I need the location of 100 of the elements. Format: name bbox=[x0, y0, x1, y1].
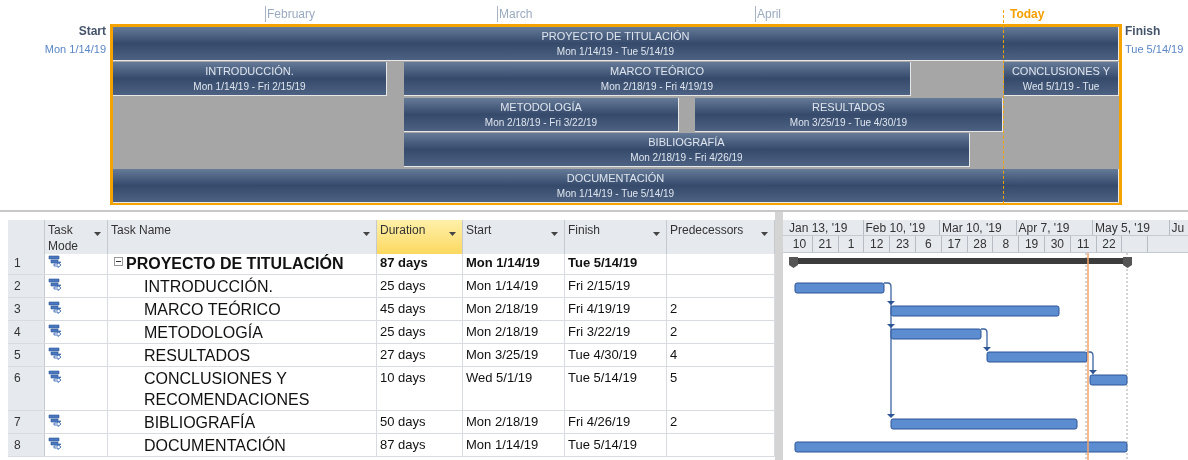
timescale-label: 11 bbox=[1076, 237, 1090, 251]
collapse-toggle[interactable] bbox=[114, 257, 123, 266]
bar-dates: Mon 3/25/19 - Tue 4/30/19 bbox=[789, 116, 908, 130]
row-number: 6 bbox=[8, 367, 45, 410]
dropdown-arrow-icon[interactable] bbox=[363, 232, 370, 236]
timescale-label: 22 bbox=[1102, 237, 1116, 251]
table-cell: 2 bbox=[670, 301, 678, 316]
bar-dates: Mon 2/18/19 - Fri 4/19/19 bbox=[600, 80, 714, 94]
bar-title: PROYECTO DE TITULACIÓN bbox=[541, 29, 690, 44]
corner-cell bbox=[8, 220, 45, 254]
task-name: INTRODUCCIÓN. bbox=[144, 276, 273, 297]
column-header[interactable]: Task Mode bbox=[45, 220, 108, 254]
summary-bar[interactable] bbox=[789, 257, 1132, 268]
column-header[interactable]: Task Name bbox=[108, 220, 377, 254]
timescale-label: 8 bbox=[1002, 237, 1010, 251]
table-cell: Mon 2/18/19 bbox=[466, 414, 539, 429]
table-cell: Tue 4/30/19 bbox=[568, 347, 637, 362]
row-number: 3 bbox=[8, 298, 45, 320]
column-header[interactable]: Finish bbox=[565, 220, 667, 254]
timescale-label: 17 bbox=[947, 237, 961, 251]
bar-title: RESULTADOS bbox=[812, 100, 885, 115]
dropdown-arrow-icon[interactable] bbox=[653, 232, 660, 236]
auto-scheduled-task-icon bbox=[48, 369, 64, 385]
table-cell: 25 days bbox=[380, 324, 426, 339]
task-name: RESULTADOS bbox=[144, 346, 251, 366]
task-name: MARCO TEÓRICO bbox=[144, 299, 281, 320]
bar-dates: Mon 1/14/19 - Tue 5/14/19 bbox=[556, 187, 675, 201]
table-cell: Tue 5/14/19 bbox=[568, 255, 638, 270]
table-cell: 10 days bbox=[380, 370, 426, 385]
timescale-label: 28 bbox=[973, 237, 987, 251]
table-cell: Tue 5/14/19 bbox=[568, 437, 637, 452]
task-name: PROYECTO DE TITULACIÓN bbox=[126, 253, 344, 274]
auto-scheduled-task-icon bbox=[48, 254, 64, 270]
table-cell: 50 days bbox=[380, 414, 426, 429]
dropdown-arrow-icon[interactable] bbox=[94, 232, 101, 236]
start-label: Start bbox=[78, 23, 106, 39]
auto-scheduled-task-icon bbox=[48, 300, 64, 316]
start-date: Mon 1/14/19 bbox=[44, 42, 106, 57]
month-label: April bbox=[755, 6, 781, 22]
task-bar[interactable] bbox=[1089, 374, 1128, 386]
timescale-label: Apr 7, '19 bbox=[1018, 221, 1070, 235]
task-name: BIBLIOGRAFÍA bbox=[144, 412, 256, 433]
timescale-label: 21 bbox=[818, 237, 832, 251]
table-cell: Mon 1/14/19 bbox=[466, 255, 540, 270]
table-cell: Mon 1/14/19 bbox=[466, 278, 539, 293]
table-cell: 87 days bbox=[380, 437, 426, 452]
auto-scheduled-task-icon bbox=[48, 413, 64, 429]
timescale-label: 6 bbox=[925, 237, 932, 251]
bar-title: BIBLIOGRAFÍA bbox=[648, 135, 725, 150]
table-cell: Fri 3/22/19 bbox=[568, 324, 631, 339]
table-cell: 45 days bbox=[380, 301, 426, 316]
table-cell: Mon 2/18/19 bbox=[466, 324, 539, 339]
table-cell: 27 days bbox=[380, 347, 426, 362]
auto-scheduled-task-icon bbox=[48, 323, 64, 339]
table-cell: Fri 2/15/19 bbox=[568, 278, 631, 293]
finish-date: Tue 5/14/19 bbox=[1125, 42, 1184, 57]
bar-dates: Wed 5/1/19 - Tue bbox=[1022, 80, 1100, 94]
dropdown-arrow-icon[interactable] bbox=[761, 232, 768, 236]
timescale-label: 12 bbox=[870, 237, 884, 251]
row-number: 5 bbox=[8, 344, 45, 366]
table-cell: Wed 5/1/19 bbox=[466, 370, 533, 385]
column-header[interactable]: Predecessors bbox=[667, 220, 775, 254]
bar-title: CONCLUSIONES Y bbox=[1011, 64, 1111, 79]
timescale-label: Mar 10, '19 bbox=[942, 221, 1002, 235]
task-name: DOCUMENTACIÓN bbox=[144, 435, 286, 456]
column-header[interactable]: Start bbox=[463, 220, 565, 254]
table-cell: Mon 3/25/19 bbox=[466, 347, 539, 362]
table-cell: Fri 4/26/19 bbox=[568, 414, 631, 429]
auto-scheduled-task-icon bbox=[48, 346, 64, 362]
bar-title: METODOLOGÍA bbox=[500, 100, 582, 115]
task-name: METODOLOGÍA bbox=[144, 322, 263, 343]
table-cell: 87 days bbox=[380, 255, 428, 270]
table-cell: Tue 5/14/19 bbox=[568, 370, 637, 385]
dropdown-arrow-icon[interactable] bbox=[551, 232, 558, 236]
month-label: March bbox=[497, 6, 533, 22]
timescale-label: 19 bbox=[1024, 237, 1039, 251]
timescale-label: 30 bbox=[1050, 237, 1065, 251]
timescale-label: Jan 13, '19 bbox=[789, 221, 848, 235]
timescale-label: May 5, '19 bbox=[1095, 221, 1150, 235]
timescale-label: 10 bbox=[792, 237, 807, 251]
bar-title: INTRODUCCIÓN. bbox=[205, 64, 294, 79]
row-number: 7 bbox=[8, 411, 45, 433]
row-number: 8 bbox=[8, 434, 45, 456]
table-cell: Mon 1/14/19 bbox=[466, 437, 539, 452]
table-cell: Fri 4/19/19 bbox=[568, 301, 631, 316]
dropdown-arrow-icon[interactable] bbox=[449, 232, 456, 236]
auto-scheduled-task-icon bbox=[48, 436, 64, 452]
today-label: Today bbox=[1010, 6, 1045, 22]
timescale-label: 1 bbox=[847, 237, 855, 251]
timescale-label: Ju bbox=[1171, 221, 1185, 235]
bar-title: MARCO TEÓRICO bbox=[610, 64, 704, 79]
month-label: February bbox=[265, 6, 316, 22]
timescale-label: Feb 10, '19 bbox=[865, 221, 926, 235]
timescale-label: 23 bbox=[895, 237, 910, 251]
row-number: 4 bbox=[8, 321, 45, 343]
bar-dates: Mon 1/14/19 - Fri 2/15/19 bbox=[193, 80, 306, 94]
column-header[interactable]: Duration bbox=[377, 220, 463, 254]
bar-dates: Mon 1/14/19 - Tue 5/14/19 bbox=[556, 45, 675, 59]
row-number: 1 bbox=[8, 252, 45, 274]
table-cell: 2 bbox=[670, 414, 678, 429]
